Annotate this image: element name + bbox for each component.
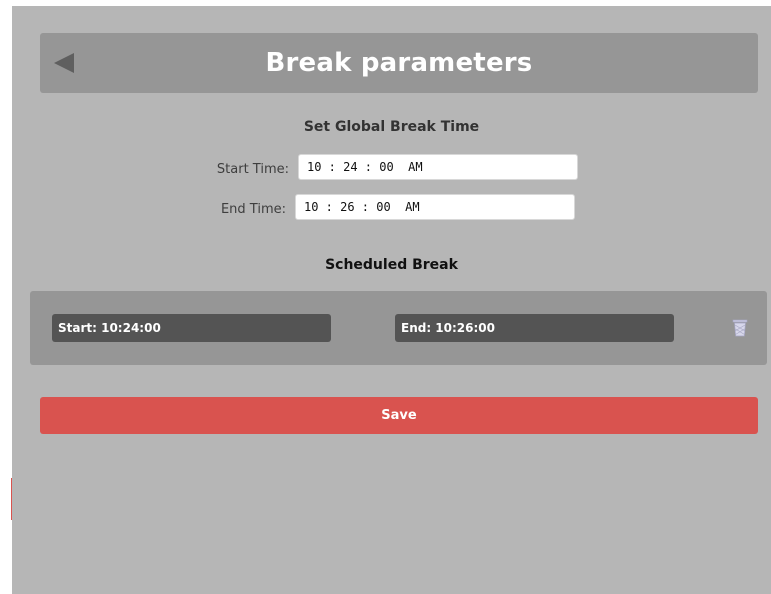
start-time-label: Start Time: [216,162,289,177]
save-button[interactable]: Save [40,397,758,434]
start-time-input[interactable]: 10 : 24 : 00 AM [298,154,578,180]
trash-bin-icon[interactable] [732,319,748,337]
scheduled-break-start[interactable]: Start: 10:24:00 [52,314,331,342]
edge-divider [11,478,12,520]
scheduled-break-end[interactable]: End: 10:26:00 [395,314,674,342]
header-bar: Break parameters [40,33,758,93]
break-parameters-screen: Break parameters Set Global Break Time S… [12,6,771,594]
page-title: Break parameters [265,48,533,78]
global-break-heading: Set Global Break Time [303,119,480,135]
scheduled-break-heading: Scheduled Break [325,257,458,273]
scheduled-break-row: Start: 10:24:00 End: 10:26:00 [30,291,767,365]
end-time-label: End Time: [220,202,286,217]
end-time-input[interactable]: 10 : 26 : 00 AM [295,194,575,220]
